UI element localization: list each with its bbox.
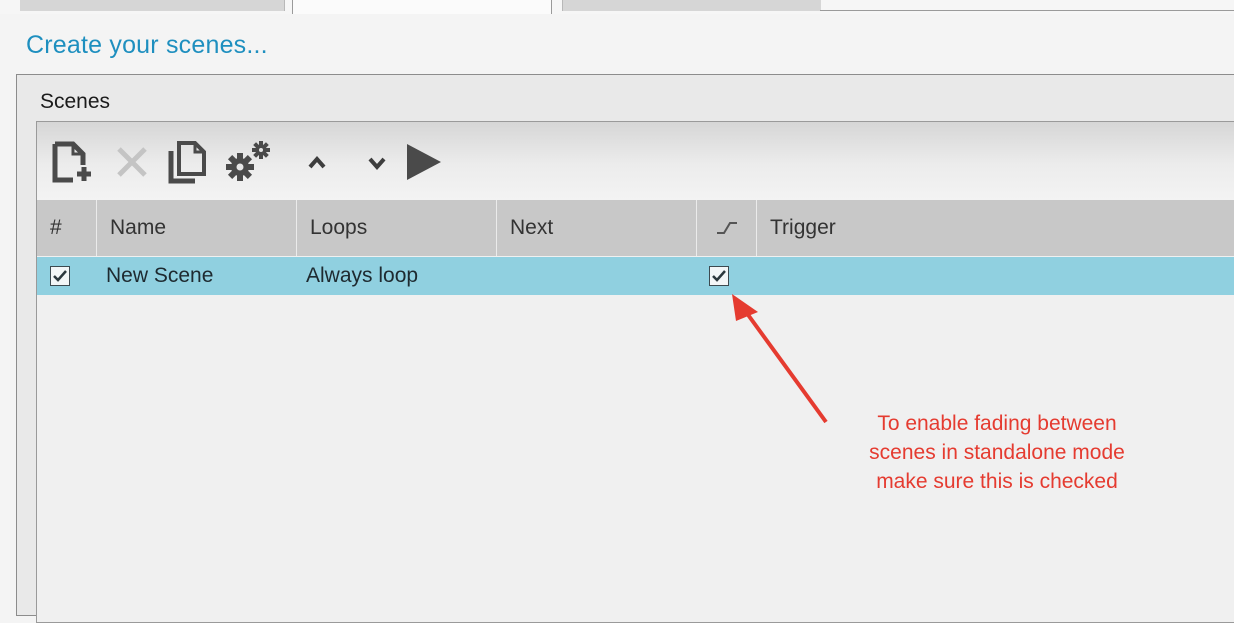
annotation-line: To enable fading between <box>877 412 1117 435</box>
annotation-text: To enable fading between scenes in stand… <box>830 409 1164 496</box>
annotation-arrow <box>732 294 828 424</box>
annotation-line: scenes in standalone mode <box>869 441 1125 464</box>
annotation-line: make sure this is checked <box>876 470 1118 493</box>
